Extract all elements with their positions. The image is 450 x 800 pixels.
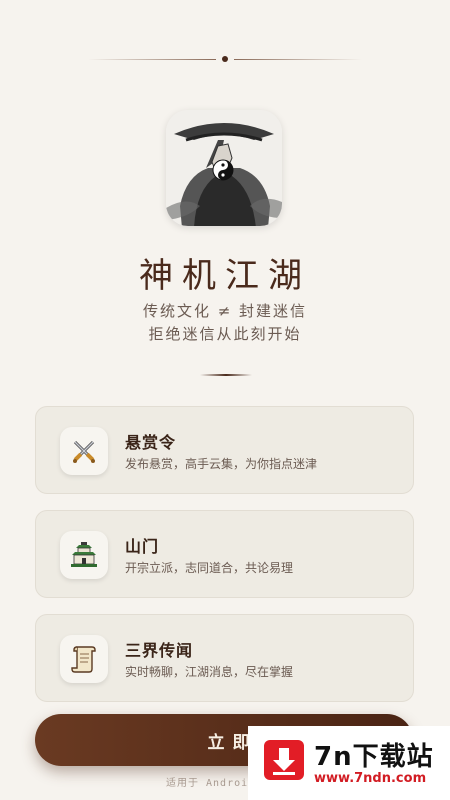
feature-icon-box xyxy=(60,635,108,683)
section-divider xyxy=(200,374,252,376)
watermark-brand: 7n下载站 xyxy=(314,742,434,772)
download-arrow-icon xyxy=(264,740,304,780)
ornament-line-right xyxy=(234,59,362,60)
crossed-swords-icon xyxy=(73,440,95,463)
taoist-sage-logo-icon xyxy=(166,110,282,226)
feature-title: 三界传闻 xyxy=(125,641,194,660)
watermark-url: www.7ndn.com xyxy=(314,771,427,786)
top-ornament xyxy=(0,52,450,68)
temple-gate-icon xyxy=(71,542,97,567)
feature-card-bounty[interactable]: 悬赏令 发布悬赏，高手云集，为你指点迷津 xyxy=(35,406,414,494)
ornament-dot xyxy=(222,56,228,62)
feature-description: 开宗立派，志同道合，共论易理 xyxy=(125,561,294,575)
app-logo xyxy=(166,110,282,226)
feature-icon-box xyxy=(60,531,108,579)
tagline-line-2: 拒绝迷信从此刻开始 xyxy=(148,325,302,343)
ornament-line-left xyxy=(88,59,216,60)
feature-description: 发布悬赏，高手云集，为你指点迷津 xyxy=(125,457,318,471)
feature-card-rumors[interactable]: 三界传闻 实时畅聊，江湖消息，尽在掌握 xyxy=(35,614,414,702)
download-site-watermark: 7n下载站 www.7ndn.com xyxy=(248,726,450,800)
feature-title: 悬赏令 xyxy=(125,433,177,452)
feature-icon-box xyxy=(60,427,108,475)
scroll-icon xyxy=(71,646,96,673)
app-title: 神机江湖 xyxy=(139,256,311,296)
feature-card-sect[interactable]: 山门 开宗立派，志同道合，共论易理 xyxy=(35,510,414,598)
feature-title: 山门 xyxy=(125,537,160,556)
feature-description: 实时畅聊，江湖消息，尽在掌握 xyxy=(125,665,294,679)
platform-note: 适用于 Androi xyxy=(166,778,249,789)
tagline-line-1: 传统文化 ≠ 封建迷信 xyxy=(142,302,308,320)
